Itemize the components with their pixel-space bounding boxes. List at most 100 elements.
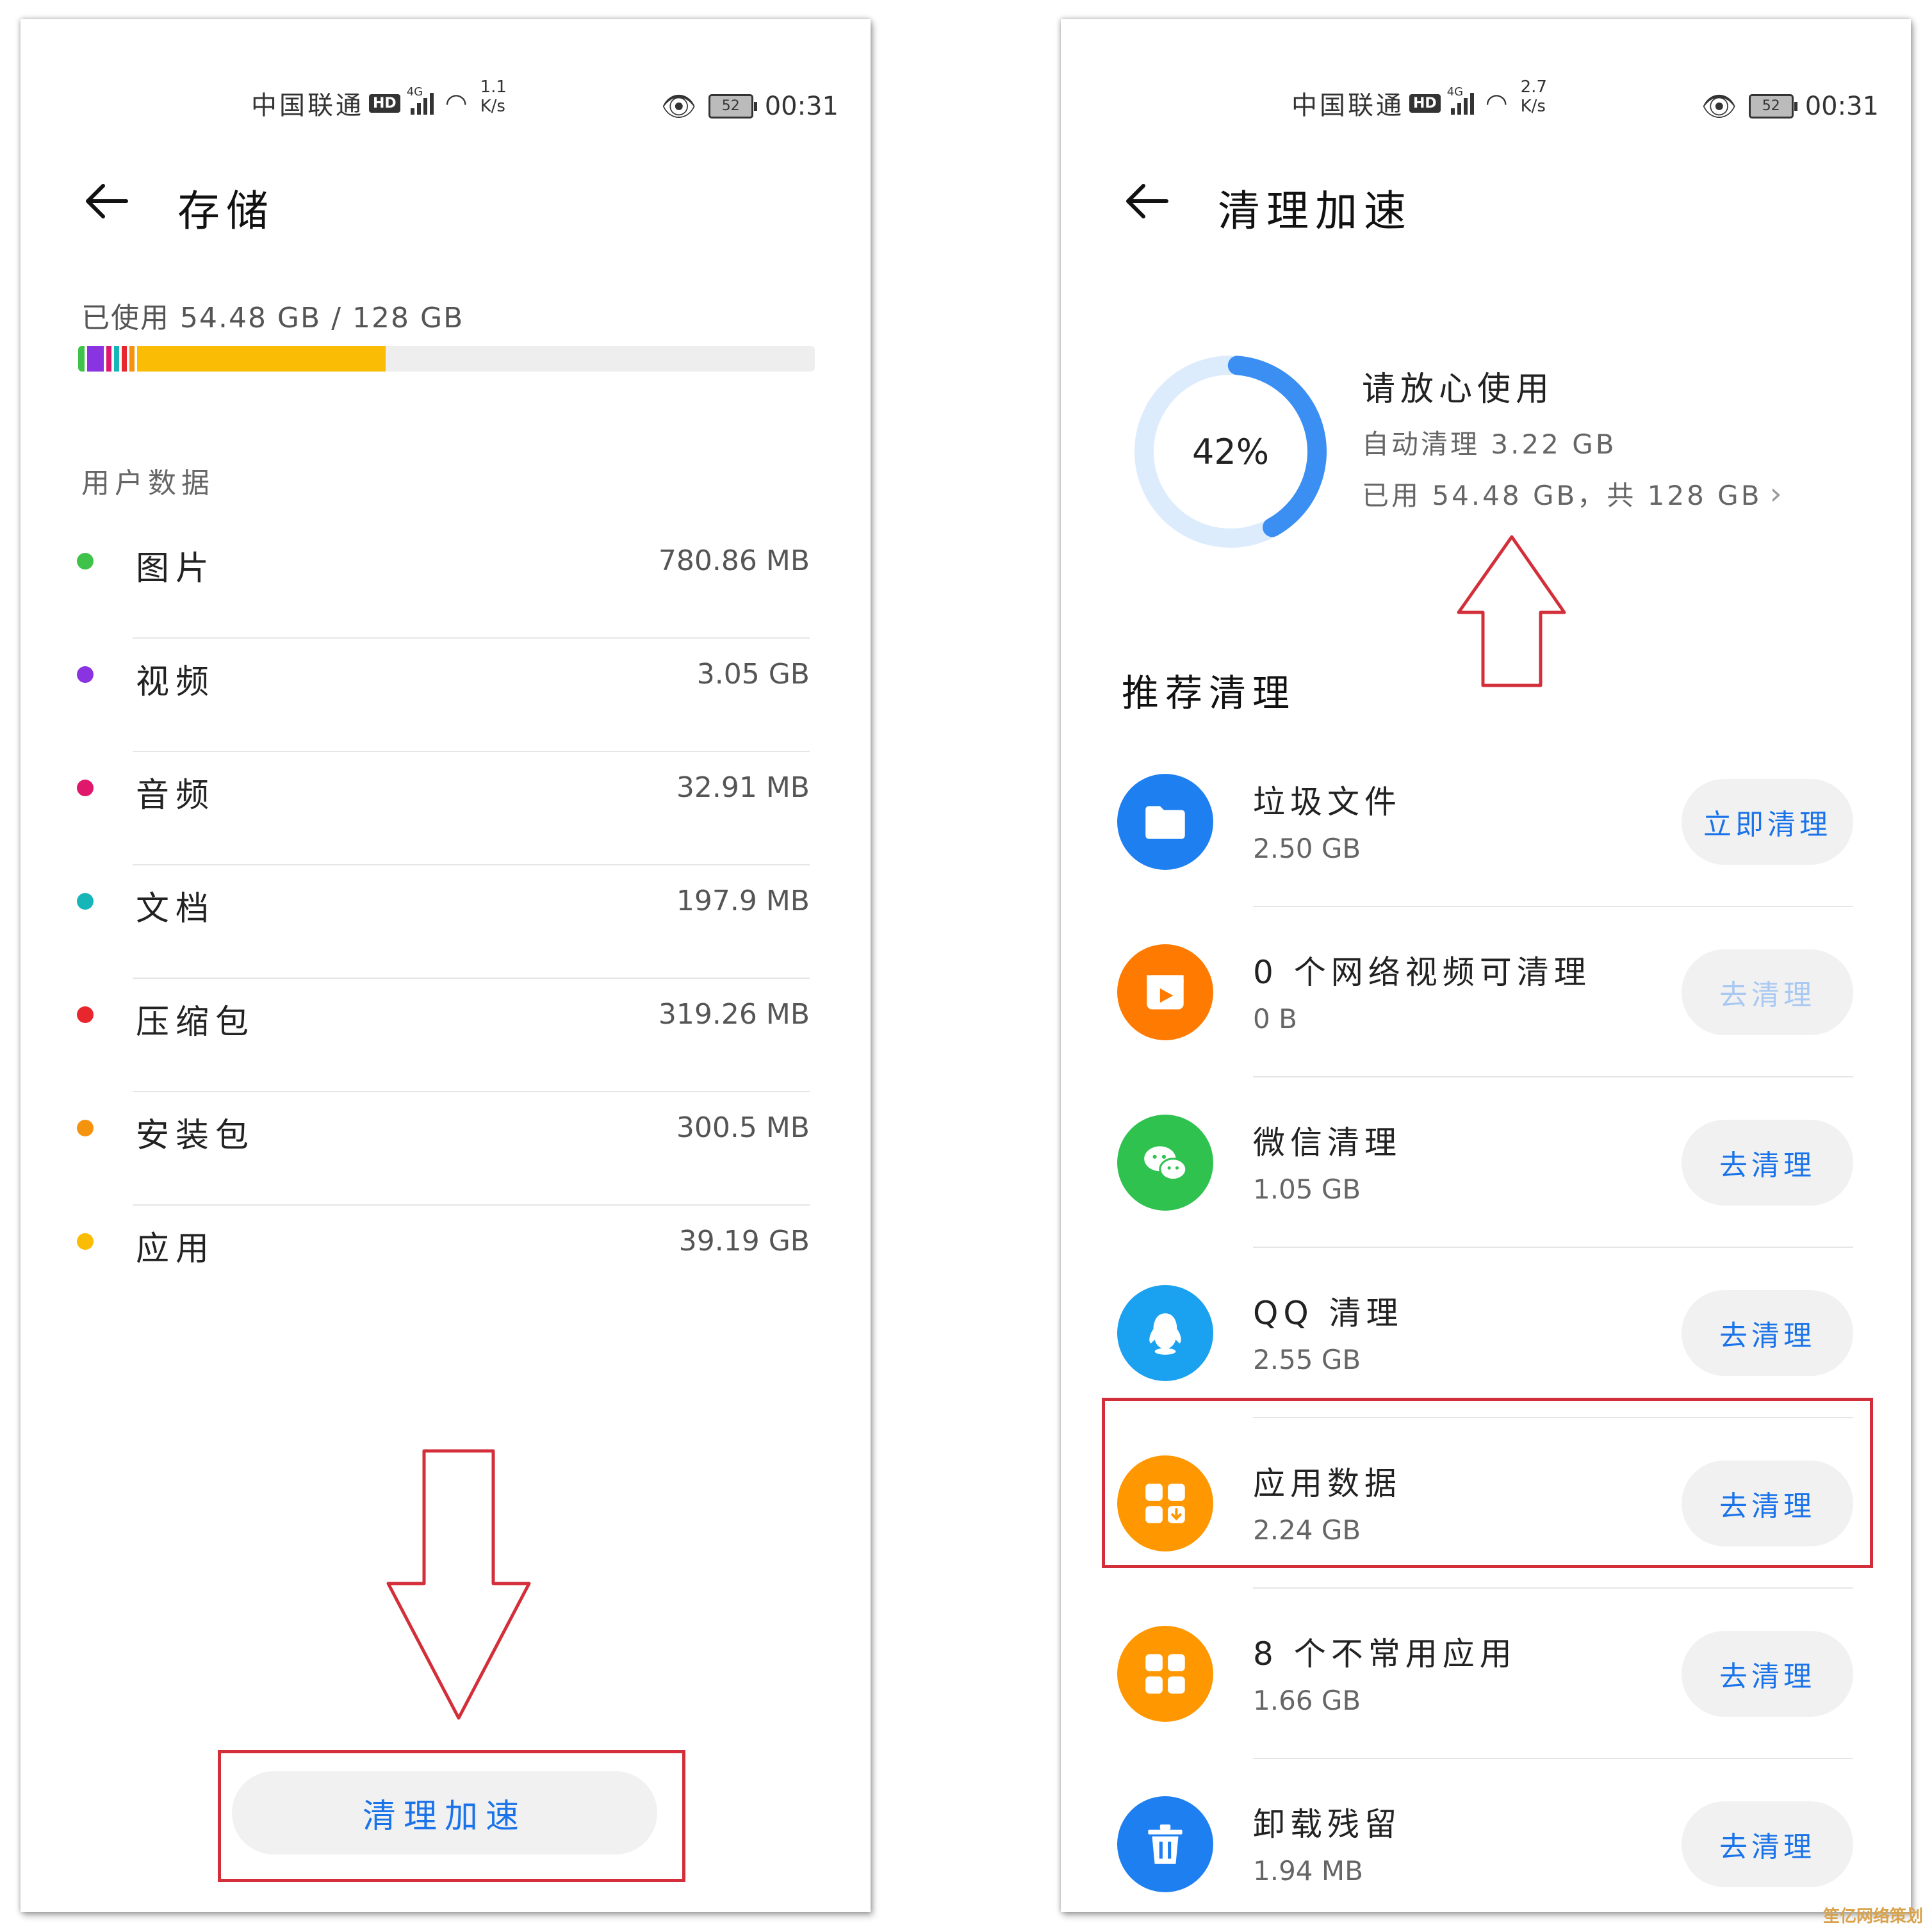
usage-segment-apps xyxy=(137,346,386,372)
storage-used-link[interactable]: 已用 54.48 GB，共 128 GB › xyxy=(1362,474,1785,513)
category-list: 图片 780.86 MB 视频 3.05 GB 音频 32.91 MB 文档 197.9 MB… xyxy=(20,525,871,1319)
highlight-box-app-data xyxy=(1102,1398,1873,1568)
storage-screen: 中国联通 HD 4G ◠ 1.1 K/s 👁 52 00:31 存储 已使用 54… xyxy=(20,19,871,1912)
wifi-icon: ◠ xyxy=(1485,88,1508,118)
status-bar: 中国联通 HD 4G ◠ 1.1 K/s 👁 52 00:31 xyxy=(20,64,871,141)
category-name: 视频 xyxy=(136,663,216,701)
category-size: 300.5 MB xyxy=(676,1111,810,1144)
eye-comfort-icon: 👁 xyxy=(660,90,697,123)
highlight-box-clean-button xyxy=(218,1750,685,1882)
back-arrow-icon[interactable] xyxy=(1122,176,1173,227)
category-name: 安装包 xyxy=(136,1117,256,1155)
category-color-dot xyxy=(77,666,94,683)
cleanup-item-name: 垃圾文件 xyxy=(1253,783,1402,821)
cleanup-item-name: 8 个不常用应用 xyxy=(1253,1635,1517,1673)
cleanup-row: 8 个不常用应用 1.66 GB 去清理 xyxy=(1061,1589,1911,1759)
video-icon xyxy=(1117,944,1213,1040)
eye-comfort-icon: 👁 xyxy=(1701,90,1737,123)
status-bar: 中国联通 HD 4G ◠ 2.7 K/s 👁 52 00:31 xyxy=(1061,64,1911,141)
app-bar: 清理加速 xyxy=(1061,154,1911,250)
cleanup-item-name: 0 个网络视频可清理 xyxy=(1253,954,1591,991)
category-name: 应用 xyxy=(136,1230,216,1268)
cleanup-item-size: 2.50 GB xyxy=(1253,833,1361,864)
category-size: 39.19 GB xyxy=(678,1225,810,1257)
usage-segment-archives xyxy=(122,346,127,372)
category-row[interactable]: 应用 39.19 GB xyxy=(20,1206,871,1319)
category-row[interactable]: 文档 197.9 MB xyxy=(20,865,871,979)
cleanup-item-size: 0 B xyxy=(1253,1003,1297,1035)
recommended-title: 推荐清理 xyxy=(1122,671,1297,715)
category-row[interactable]: 视频 3.05 GB xyxy=(20,639,871,752)
storage-usage-bar xyxy=(78,346,815,372)
signal-icon: 4G xyxy=(1447,85,1474,115)
category-row[interactable]: 压缩包 319.26 MB xyxy=(20,979,871,1092)
category-color-dot xyxy=(77,893,94,910)
usage-segment-images xyxy=(78,346,85,372)
folder-icon xyxy=(1117,774,1213,870)
cleanup-row: QQ 清理 2.55 GB 去清理 xyxy=(1061,1248,1911,1418)
category-size: 3.05 GB xyxy=(696,658,810,691)
usage-segment-video xyxy=(87,346,104,372)
summary-title: 请放心使用 xyxy=(1362,370,1555,409)
category-size: 32.91 MB xyxy=(676,771,810,804)
cleanup-item-name: 卸载残留 xyxy=(1253,1806,1402,1843)
auto-cleaned-text: 自动清理 3.22 GB xyxy=(1362,429,1617,460)
category-name: 音频 xyxy=(136,776,216,815)
hd-badge: HD xyxy=(369,94,400,113)
wechat-icon xyxy=(1117,1115,1213,1211)
battery-icon: 52 xyxy=(1748,94,1797,119)
cleanup-list: 垃圾文件 2.50 GB 立即清理 0 个网络视频可清理 0 B 去清理 微信清理 1.05 … xyxy=(1061,737,1911,1912)
usage-segment-apk xyxy=(129,346,135,372)
network-speed: 1.1 K/s xyxy=(480,78,507,116)
cleanup-button[interactable]: 去清理 xyxy=(1682,949,1853,1035)
storage-used-text: 已使用 54.48 GB / 128 GB xyxy=(81,302,464,334)
hd-badge: HD xyxy=(1409,94,1441,113)
clock: 00:31 xyxy=(764,92,839,121)
category-row[interactable]: 图片 780.86 MB xyxy=(20,525,871,639)
cleanup-item-size: 1.05 GB xyxy=(1253,1174,1361,1205)
cleanup-row: 微信清理 1.05 GB 去清理 xyxy=(1061,1077,1911,1248)
cleanup-button[interactable]: 去清理 xyxy=(1682,1120,1853,1206)
category-name: 文档 xyxy=(136,890,216,928)
signal-icon: 4G xyxy=(407,85,434,115)
usage-segment-docs xyxy=(114,346,119,372)
watermark: 笙亿网络策划 xyxy=(1822,1907,1923,1926)
category-color-dot xyxy=(77,1120,94,1136)
cleanup-item-size: 1.66 GB xyxy=(1253,1685,1361,1716)
category-row[interactable]: 安装包 300.5 MB xyxy=(20,1092,871,1206)
category-name: 图片 xyxy=(136,550,216,588)
cleanup-button[interactable]: 去清理 xyxy=(1682,1290,1853,1376)
category-row[interactable]: 音频 32.91 MB xyxy=(20,752,871,865)
cleanup-item-name: 微信清理 xyxy=(1253,1124,1402,1161)
battery-icon: 52 xyxy=(708,94,757,119)
cleanup-item-size: 1.94 MB xyxy=(1253,1855,1363,1887)
cleanup-item-size: 2.55 GB xyxy=(1253,1344,1361,1375)
app-bar: 存储 xyxy=(20,154,871,250)
carrier-label: 中国联通 xyxy=(251,91,364,120)
category-size: 780.86 MB xyxy=(658,544,810,577)
back-arrow-icon[interactable] xyxy=(81,176,133,227)
page-title: 清理加速 xyxy=(1218,186,1412,236)
cleanup-item-name: QQ 清理 xyxy=(1253,1295,1404,1332)
category-color-dot xyxy=(77,1006,94,1023)
category-name: 压缩包 xyxy=(136,1003,256,1042)
cleanup-row: 垃圾文件 2.50 GB 立即清理 xyxy=(1061,737,1911,907)
usage-segment-audio xyxy=(106,346,111,372)
qq-icon xyxy=(1117,1285,1213,1381)
chevron-right-icon: › xyxy=(1769,475,1785,512)
wifi-icon: ◠ xyxy=(445,88,468,118)
cleanup-button[interactable]: 去清理 xyxy=(1682,1801,1853,1887)
category-color-dot xyxy=(77,1233,94,1250)
storage-used-text: 已用 54.48 GB，共 128 GB xyxy=(1362,480,1762,511)
carrier-label: 中国联通 xyxy=(1291,91,1404,120)
category-size: 319.26 MB xyxy=(658,998,810,1031)
cleanup-button[interactable]: 立即清理 xyxy=(1682,779,1853,865)
cleanup-button[interactable]: 去清理 xyxy=(1682,1631,1853,1717)
apps-icon xyxy=(1117,1626,1213,1722)
cleanup-screen: 中国联通 HD 4G ◠ 2.7 K/s 👁 52 00:31 清理加速 42% … xyxy=(1061,19,1911,1912)
clock: 00:31 xyxy=(1805,92,1879,121)
user-data-label: 用户数据 xyxy=(81,467,215,500)
usage-percent: 42% xyxy=(1191,431,1270,472)
page-title: 存储 xyxy=(177,186,275,236)
category-color-dot xyxy=(77,780,94,796)
